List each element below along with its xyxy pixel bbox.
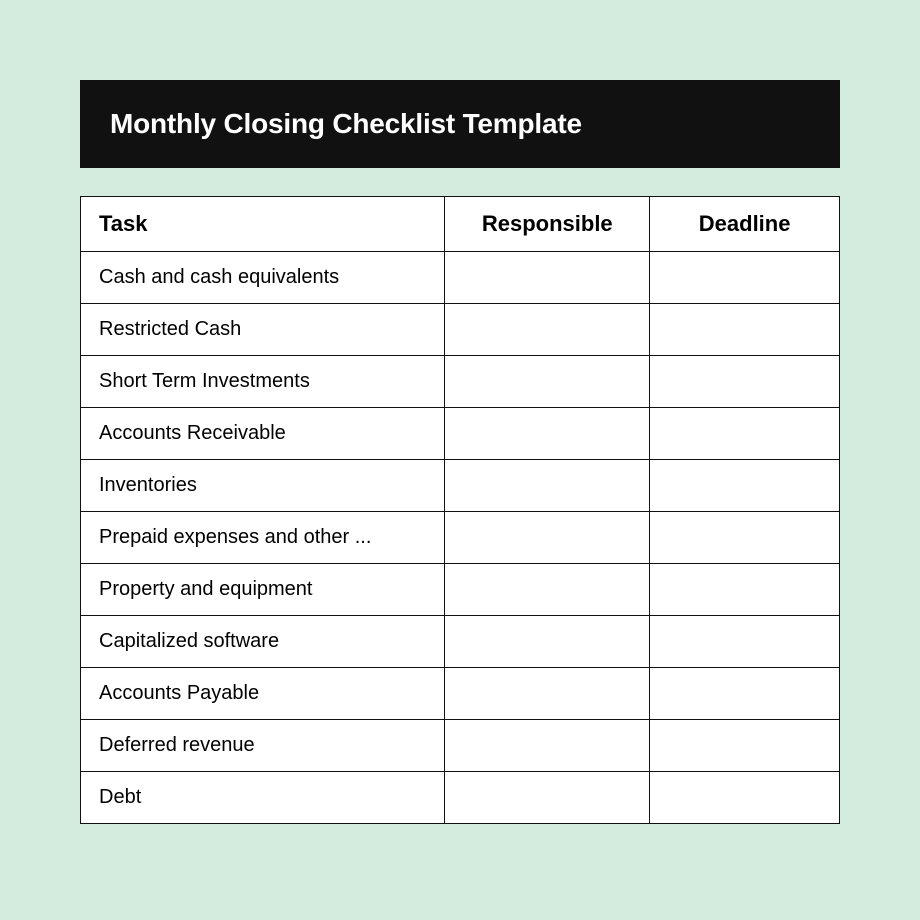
cell-task: Restricted Cash [81, 304, 445, 356]
cell-deadline [650, 408, 840, 460]
table-row: Deferred revenue [81, 720, 840, 772]
cell-responsible [445, 356, 650, 408]
cell-task: Short Term Investments [81, 356, 445, 408]
table-row: Accounts Payable [81, 668, 840, 720]
cell-task: Deferred revenue [81, 720, 445, 772]
cell-deadline [650, 252, 840, 304]
cell-task: Cash and cash equivalents [81, 252, 445, 304]
column-header-responsible: Responsible [445, 197, 650, 252]
checklist-table-wrap: Task Responsible Deadline Cash and cash … [80, 196, 840, 824]
cell-deadline [650, 720, 840, 772]
table-row: Cash and cash equivalents [81, 252, 840, 304]
cell-deadline [650, 512, 840, 564]
cell-deadline [650, 772, 840, 824]
column-header-deadline: Deadline [650, 197, 840, 252]
cell-deadline [650, 460, 840, 512]
cell-responsible [445, 252, 650, 304]
table-row: Short Term Investments [81, 356, 840, 408]
cell-task: Debt [81, 772, 445, 824]
cell-task: Capitalized software [81, 616, 445, 668]
cell-task: Inventories [81, 460, 445, 512]
title-bar: Monthly Closing Checklist Template [80, 80, 840, 168]
table-row: Debt [81, 772, 840, 824]
table-row: Restricted Cash [81, 304, 840, 356]
checklist-table: Task Responsible Deadline Cash and cash … [80, 196, 840, 824]
cell-task: Accounts Payable [81, 668, 445, 720]
table-row: Inventories [81, 460, 840, 512]
cell-task: Prepaid expenses and other ... [81, 512, 445, 564]
table-header-row: Task Responsible Deadline [81, 197, 840, 252]
cell-deadline [650, 616, 840, 668]
table-row: Capitalized software [81, 616, 840, 668]
table-row: Property and equipment [81, 564, 840, 616]
cell-responsible [445, 408, 650, 460]
cell-responsible [445, 772, 650, 824]
table-row: Prepaid expenses and other ... [81, 512, 840, 564]
cell-deadline [650, 564, 840, 616]
cell-responsible [445, 564, 650, 616]
cell-responsible [445, 668, 650, 720]
page-title: Monthly Closing Checklist Template [110, 108, 582, 139]
cell-responsible [445, 616, 650, 668]
cell-responsible [445, 512, 650, 564]
cell-deadline [650, 668, 840, 720]
cell-deadline [650, 356, 840, 408]
cell-task: Accounts Receivable [81, 408, 445, 460]
cell-responsible [445, 304, 650, 356]
table-row: Accounts Receivable [81, 408, 840, 460]
column-header-task: Task [81, 197, 445, 252]
cell-responsible [445, 720, 650, 772]
cell-deadline [650, 304, 840, 356]
cell-task: Property and equipment [81, 564, 445, 616]
cell-responsible [445, 460, 650, 512]
